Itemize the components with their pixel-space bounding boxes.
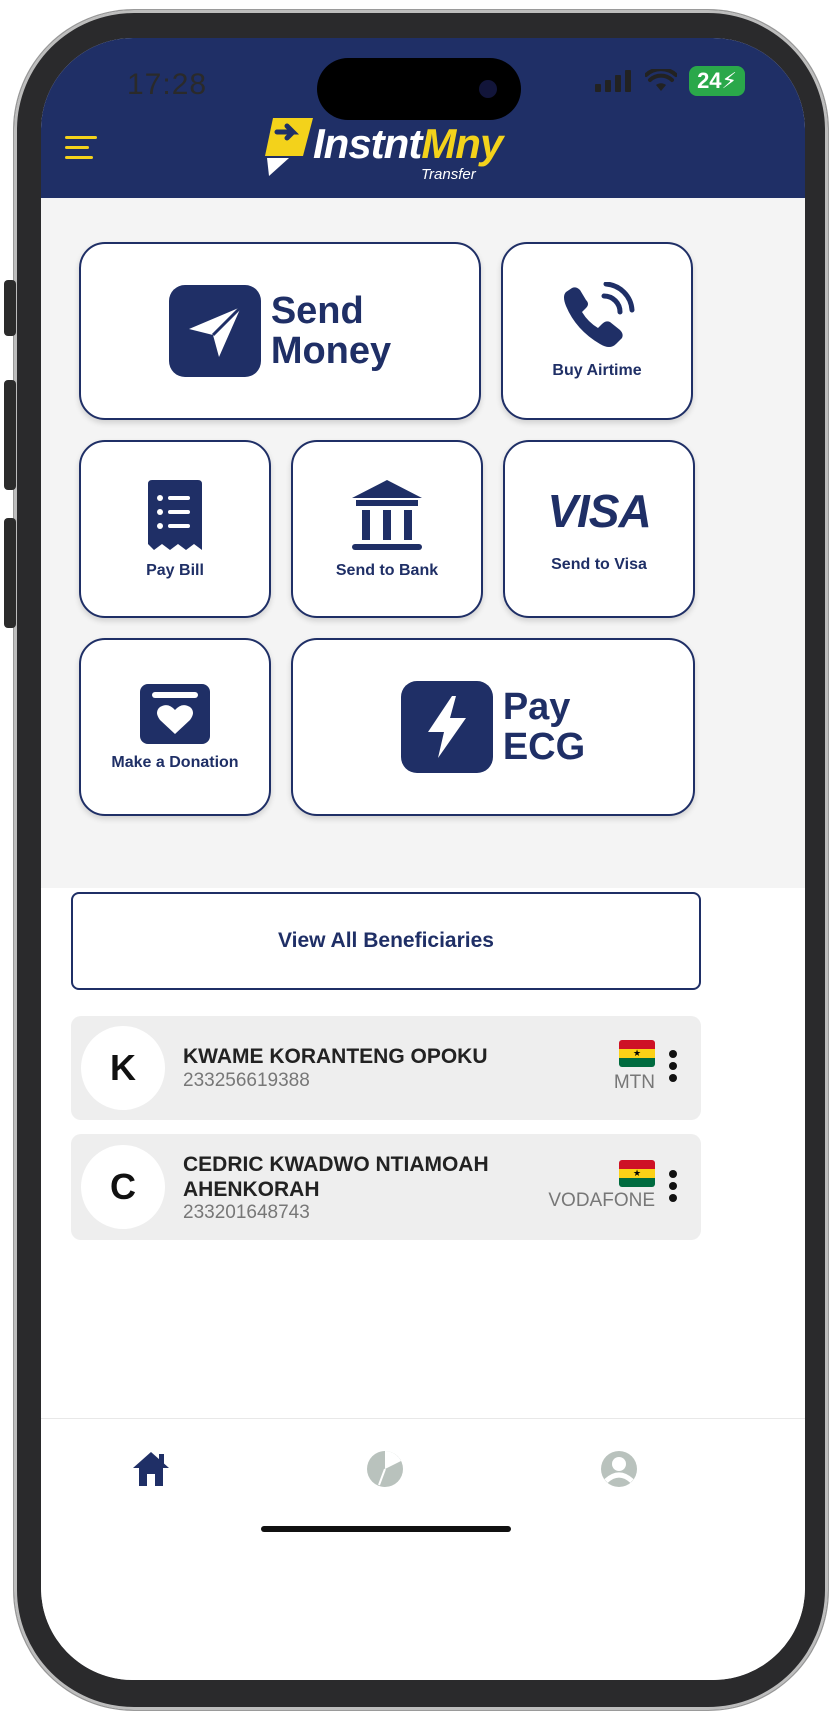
logo-text-white: Instnt	[313, 120, 422, 167]
volume-up-button	[4, 380, 16, 490]
buy-airtime-label: Buy Airtime	[552, 362, 642, 379]
app-screen: 17:28 24⚡ InstntMny Transfer Send Money …	[41, 38, 805, 1680]
dynamic-island	[317, 58, 521, 120]
app-logo: InstntMny Transfer	[263, 116, 523, 188]
status-icons: 24⚡	[595, 66, 745, 96]
logo-mark-icon	[265, 118, 313, 176]
send-to-visa-label: Send to Visa	[551, 556, 647, 573]
pie-chart-icon[interactable]	[365, 1449, 405, 1489]
app-header: 17:28 24⚡ InstntMny Transfer	[41, 38, 805, 198]
beneficiary-phone: 233201648743	[183, 1202, 310, 1223]
beneficiary-network: MTN	[613, 1072, 655, 1093]
volume-down-button	[4, 518, 16, 628]
send-to-visa-button[interactable]: VISA Send to Visa	[503, 440, 695, 618]
avatar: C	[81, 1145, 165, 1229]
more-options-icon[interactable]	[669, 1170, 677, 1206]
pay-ecg-line1: Pay	[502, 686, 571, 728]
avatar: K	[81, 1026, 165, 1110]
paper-plane-icon	[168, 285, 261, 377]
bank-icon	[352, 480, 422, 550]
ghana-flag-icon: ★	[619, 1160, 655, 1187]
profile-icon[interactable]	[599, 1449, 639, 1489]
beneficiary-name: KWAME KORANTENG OPOKU	[183, 1045, 488, 1068]
pay-ecg-line2: ECG	[502, 726, 586, 768]
beneficiary-row[interactable]: C CEDRIC KWADWO NTIAMOAH AHENKORAH 23320…	[71, 1134, 701, 1240]
camera-icon	[479, 80, 497, 98]
send-money-line2: Money	[270, 330, 392, 372]
home-icon[interactable]	[131, 1449, 171, 1489]
beneficiary-row[interactable]: K KWAME KORANTENG OPOKU 233256619388 ★ M…	[71, 1016, 701, 1120]
donation-box-icon	[140, 684, 210, 744]
battery-indicator: 24⚡	[689, 66, 745, 96]
mute-switch	[4, 280, 16, 336]
services-panel: Send Money Buy Airtime Pay Bill Send to …	[41, 198, 805, 888]
logo-subtitle: Transfer	[421, 166, 476, 183]
beneficiary-phone: 233256619388	[183, 1070, 310, 1091]
lightning-icon	[400, 681, 493, 773]
buy-airtime-button[interactable]: Buy Airtime	[501, 242, 693, 420]
view-all-beneficiaries-button[interactable]: View All Beneficiaries	[71, 892, 701, 990]
send-to-bank-label: Send to Bank	[335, 562, 439, 579]
make-donation-label: Make a Donation	[111, 754, 239, 771]
home-indicator	[261, 1526, 511, 1532]
send-money-button[interactable]: Send Money	[79, 242, 481, 420]
beneficiary-name: CEDRIC KWADWO NTIAMOAH AHENKORAH	[183, 1153, 489, 1201]
bottom-navigation	[41, 1418, 805, 1680]
wifi-icon	[645, 69, 678, 91]
menu-icon[interactable]	[65, 136, 97, 160]
visa-logo-icon: VISA	[547, 485, 651, 537]
ghana-flag-icon: ★	[619, 1040, 655, 1067]
pay-bill-button[interactable]: Pay Bill	[79, 440, 271, 618]
send-money-line1: Send	[270, 290, 364, 332]
beneficiary-network: VODAFONE	[548, 1190, 655, 1211]
signal-icon	[595, 70, 632, 92]
logo-text-yellow: Mny	[421, 120, 503, 167]
pay-ecg-button[interactable]: Pay ECG	[291, 638, 695, 816]
receipt-icon	[148, 480, 202, 550]
make-donation-button[interactable]: Make a Donation	[79, 638, 271, 816]
more-options-icon[interactable]	[669, 1050, 677, 1086]
status-time: 17:28	[127, 68, 208, 101]
send-to-bank-button[interactable]: Send to Bank	[291, 440, 483, 618]
phone-call-icon	[564, 282, 635, 347]
pay-bill-label: Pay Bill	[146, 562, 204, 579]
